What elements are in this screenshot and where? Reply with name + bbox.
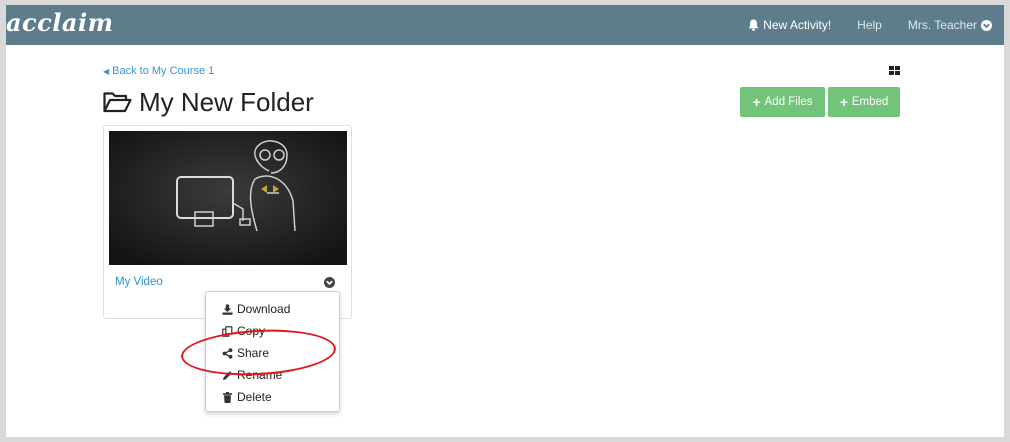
bell-icon bbox=[748, 19, 759, 31]
chevron-down-circle-icon[interactable] bbox=[324, 277, 335, 288]
folder-header: My New Folder bbox=[103, 88, 314, 116]
back-link-label: Back to My Course 1 bbox=[112, 65, 215, 77]
user-name: Mrs. Teacher bbox=[907, 18, 977, 32]
new-activity-link[interactable]: New Activity! bbox=[748, 18, 831, 32]
add-files-label: Add Files bbox=[764, 96, 813, 108]
menu-item-label: Download bbox=[237, 302, 291, 316]
embed-button[interactable]: + Embed bbox=[828, 87, 900, 117]
folder-open-icon bbox=[103, 92, 132, 113]
add-files-button[interactable]: + Add Files bbox=[740, 87, 825, 117]
menu-item-label: Delete bbox=[237, 390, 272, 404]
plus-icon: + bbox=[839, 94, 848, 110]
navbar-right: New Activity! Help Mrs. Teacher bbox=[722, 5, 1004, 45]
plus-icon: + bbox=[752, 94, 761, 110]
top-navbar: acclaim New Activity! Help Mrs. Teacher bbox=[6, 5, 1004, 45]
page-title: My New Folder bbox=[139, 87, 314, 117]
back-to-course-link[interactable]: ◀ Back to My Course 1 bbox=[103, 65, 214, 77]
grid-view-icon[interactable] bbox=[889, 66, 900, 75]
video-title-link[interactable]: My Video bbox=[115, 276, 163, 288]
chevron-down-circle-icon bbox=[981, 19, 992, 31]
chalkboard-illustration bbox=[109, 131, 347, 265]
help-link[interactable]: Help bbox=[857, 18, 882, 32]
menu-item-download[interactable]: Download bbox=[222, 302, 290, 316]
acclaim-logo[interactable]: acclaim bbox=[6, 8, 113, 37]
caret-left-icon: ◀ bbox=[103, 66, 110, 76]
embed-label: Embed bbox=[851, 96, 889, 108]
app-frame: acclaim New Activity! Help Mrs. Teacher … bbox=[6, 5, 1004, 437]
video-thumbnail[interactable] bbox=[109, 131, 347, 265]
download-icon bbox=[222, 304, 233, 315]
video-card: My Video bbox=[103, 125, 352, 319]
new-activity-label: New Activity! bbox=[763, 18, 832, 32]
trash-icon bbox=[223, 391, 232, 403]
user-menu[interactable]: Mrs. Teacher bbox=[908, 18, 992, 32]
menu-item-delete[interactable]: Delete bbox=[222, 390, 272, 404]
